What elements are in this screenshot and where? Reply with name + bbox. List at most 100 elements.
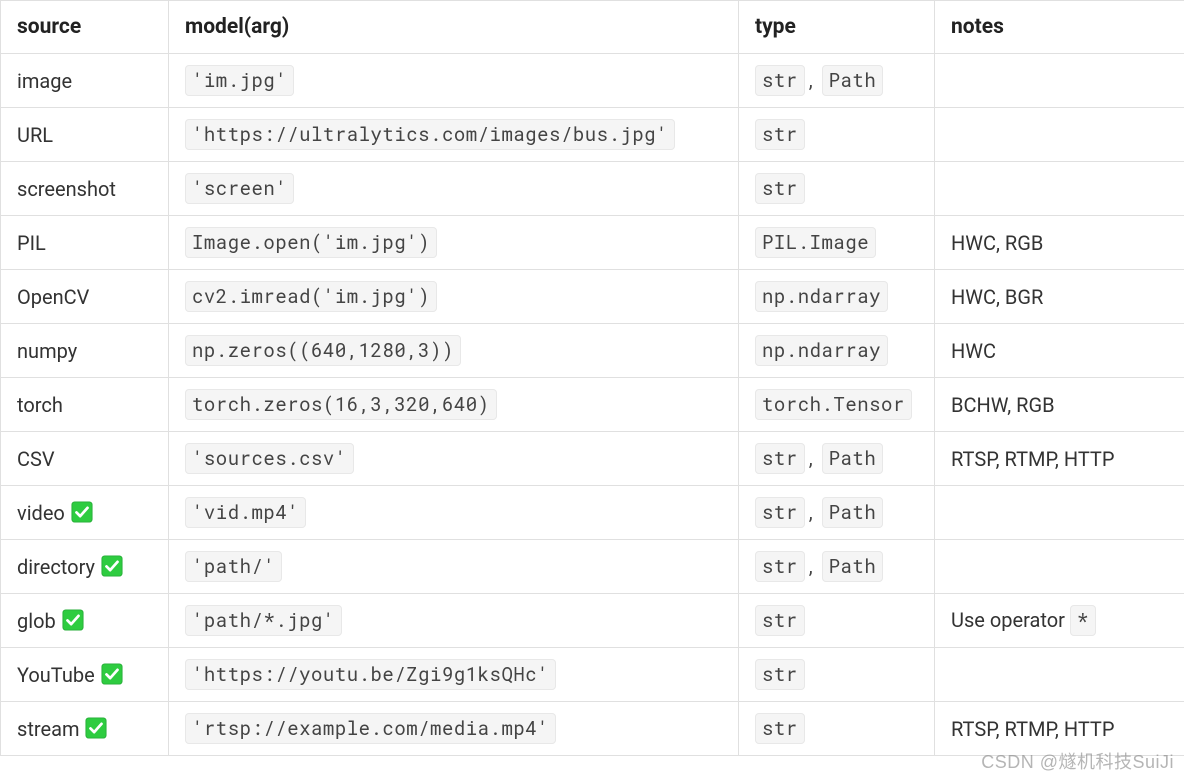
cell-source: glob bbox=[1, 594, 169, 648]
cell-type: str, Path bbox=[739, 54, 935, 108]
notes-text: RTSP, RTMP, HTTP bbox=[951, 447, 1114, 471]
table-row: image 'im.jpg' str, Path bbox=[1, 54, 1184, 108]
code-value: torch.zeros(16,3,320,640) bbox=[185, 389, 497, 420]
code-value: str bbox=[755, 443, 805, 474]
table-row: OpenCV cv2.imread('im.jpg') np.ndarray HWC,… bbox=[1, 270, 1184, 324]
check-icon bbox=[62, 609, 84, 631]
source-label: numpy bbox=[17, 339, 77, 363]
cell-notes bbox=[935, 486, 1184, 540]
code-value: cv2.imread('im.jpg') bbox=[185, 281, 437, 312]
table-row: stream 'rtsp://example.com/media.mp4' str R… bbox=[1, 702, 1184, 756]
code-value: np.ndarray bbox=[755, 335, 888, 366]
cell-type: str, Path bbox=[739, 540, 935, 594]
code-value: str bbox=[755, 605, 805, 636]
code-value: PIL.Image bbox=[755, 227, 876, 258]
code-value: 'sources.csv' bbox=[185, 443, 354, 474]
cell-type: np.ndarray bbox=[739, 270, 935, 324]
cell-source: directory bbox=[1, 540, 169, 594]
header-source: source bbox=[1, 1, 169, 54]
source-label: glob bbox=[17, 609, 56, 633]
source-label: screenshot bbox=[17, 177, 116, 201]
cell-type: str bbox=[739, 108, 935, 162]
code-value: 'vid.mp4' bbox=[185, 497, 306, 528]
code-separator: , bbox=[805, 500, 822, 524]
code-value: 'https://youtu.be/Zgi9g1ksQHc' bbox=[185, 659, 556, 690]
cell-source: YouTube bbox=[1, 648, 169, 702]
source-label: directory bbox=[17, 555, 95, 579]
cell-type: str, Path bbox=[739, 432, 935, 486]
code-separator: , bbox=[805, 446, 822, 470]
cell-model: 'vid.mp4' bbox=[169, 486, 739, 540]
cell-model: 'screen' bbox=[169, 162, 739, 216]
notes-text: HWC, BGR bbox=[951, 285, 1043, 309]
notes-text: HWC bbox=[951, 339, 996, 363]
code-value: str bbox=[755, 173, 805, 204]
sources-table: source model(arg) type notes image 'im.jp… bbox=[0, 0, 1184, 756]
cell-notes: HWC bbox=[935, 324, 1184, 378]
code-value: 'rtsp://example.com/media.mp4' bbox=[185, 713, 556, 744]
header-type: type bbox=[739, 1, 935, 54]
cell-model: cv2.imread('im.jpg') bbox=[169, 270, 739, 324]
cell-model: 'im.jpg' bbox=[169, 54, 739, 108]
source-label: OpenCV bbox=[17, 285, 89, 309]
cell-source: image bbox=[1, 54, 169, 108]
source-label: CSV bbox=[17, 447, 55, 471]
code-value: str bbox=[755, 119, 805, 150]
code-value: str bbox=[755, 713, 805, 744]
table-row: CSV 'sources.csv' str, Path RTSP, RTMP, HTT… bbox=[1, 432, 1184, 486]
code-value: 'path/' bbox=[185, 551, 282, 582]
cell-source: stream bbox=[1, 702, 169, 756]
code-separator: , bbox=[805, 68, 822, 92]
source-label: video bbox=[17, 501, 65, 525]
cell-type: np.ndarray bbox=[739, 324, 935, 378]
cell-source: OpenCV bbox=[1, 270, 169, 324]
code-value: Path bbox=[822, 443, 884, 474]
code-value: 'im.jpg' bbox=[185, 65, 294, 96]
cell-type: str, Path bbox=[739, 486, 935, 540]
code-value: str bbox=[755, 659, 805, 690]
check-icon bbox=[101, 663, 123, 685]
code-value: 'screen' bbox=[185, 173, 294, 204]
cell-notes bbox=[935, 648, 1184, 702]
cell-notes: HWC, RGB bbox=[935, 216, 1184, 270]
source-label: PIL bbox=[17, 231, 46, 255]
code-value: 'https://ultralytics.com/images/bus.jpg' bbox=[185, 119, 675, 150]
table-row: screenshot 'screen' str bbox=[1, 162, 1184, 216]
cell-model: 'https://youtu.be/Zgi9g1ksQHc' bbox=[169, 648, 739, 702]
cell-source: numpy bbox=[1, 324, 169, 378]
check-icon bbox=[101, 555, 123, 577]
code-value: Path bbox=[822, 65, 884, 96]
cell-notes bbox=[935, 162, 1184, 216]
table-header-row: source model(arg) type notes bbox=[1, 1, 1184, 54]
table-row: YouTube 'https://youtu.be/Zgi9g1ksQHc' str bbox=[1, 648, 1184, 702]
source-label: URL bbox=[17, 123, 53, 147]
cell-notes: Use operator * bbox=[935, 594, 1184, 648]
source-label: stream bbox=[17, 717, 79, 741]
notes-text: BCHW, RGB bbox=[951, 393, 1055, 417]
notes-text: HWC, RGB bbox=[951, 231, 1043, 255]
cell-type: torch.Tensor bbox=[739, 378, 935, 432]
cell-model: 'path/*.jpg' bbox=[169, 594, 739, 648]
header-model: model(arg) bbox=[169, 1, 739, 54]
table-row: glob 'path/*.jpg' str Use operator * bbox=[1, 594, 1184, 648]
cell-type: str bbox=[739, 702, 935, 756]
cell-notes bbox=[935, 540, 1184, 594]
code-value: Image.open('im.jpg') bbox=[185, 227, 437, 258]
code-value: np.zeros((640,1280,3)) bbox=[185, 335, 461, 366]
cell-notes bbox=[935, 54, 1184, 108]
cell-model: torch.zeros(16,3,320,640) bbox=[169, 378, 739, 432]
table-row: URL 'https://ultralytics.com/images/bus.j… bbox=[1, 108, 1184, 162]
cell-notes: BCHW, RGB bbox=[935, 378, 1184, 432]
cell-notes: RTSP, RTMP, HTTP bbox=[935, 702, 1184, 756]
source-label: torch bbox=[17, 393, 63, 417]
table-row: torch torch.zeros(16,3,320,640) torch.Tens… bbox=[1, 378, 1184, 432]
code-value: Path bbox=[822, 497, 884, 528]
cell-model: 'rtsp://example.com/media.mp4' bbox=[169, 702, 739, 756]
table-row: directory 'path/' str, Path bbox=[1, 540, 1184, 594]
code-value: str bbox=[755, 65, 805, 96]
cell-notes: HWC, BGR bbox=[935, 270, 1184, 324]
cell-model: 'path/' bbox=[169, 540, 739, 594]
cell-source: URL bbox=[1, 108, 169, 162]
code-value: str bbox=[755, 497, 805, 528]
cell-model: 'https://ultralytics.com/images/bus.jpg' bbox=[169, 108, 739, 162]
